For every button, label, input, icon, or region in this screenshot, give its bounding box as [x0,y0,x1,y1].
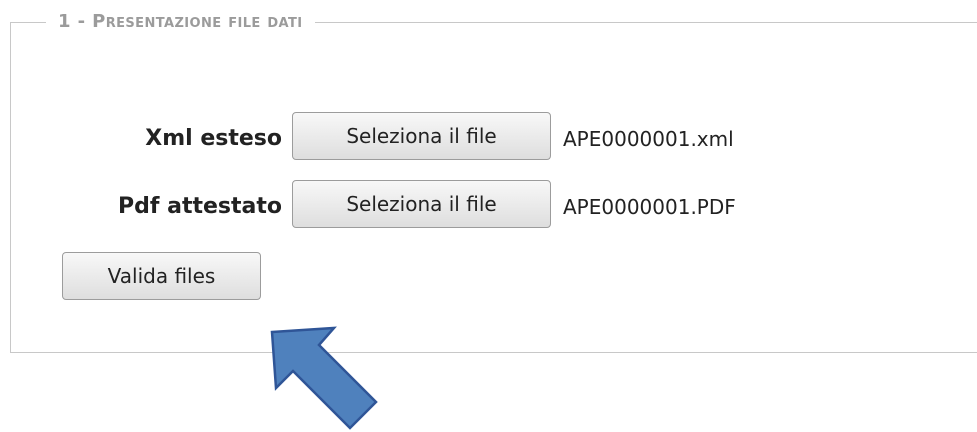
pdf-attestato-label: Pdf attestato [118,194,282,219]
select-pdf-file-button[interactable]: Seleziona il file [292,180,551,228]
select-xml-file-button[interactable]: Seleziona il file [292,112,551,160]
xml-row-label-wrap: Xml esteso [30,124,282,154]
pdf-row-label-wrap: Pdf attestato [30,192,282,222]
xml-file-name: APE0000001.xml [563,127,734,151]
xml-esteso-label: Xml esteso [145,126,282,151]
page: 1 - Presentazione file dati Xml esteso S… [0,0,977,432]
section-legend: 1 - Presentazione file dati [46,10,315,34]
validate-files-button[interactable]: Valida files [62,252,261,300]
pointer-arrow-icon [270,326,378,430]
pdf-file-name: APE0000001.PDF [563,195,736,219]
